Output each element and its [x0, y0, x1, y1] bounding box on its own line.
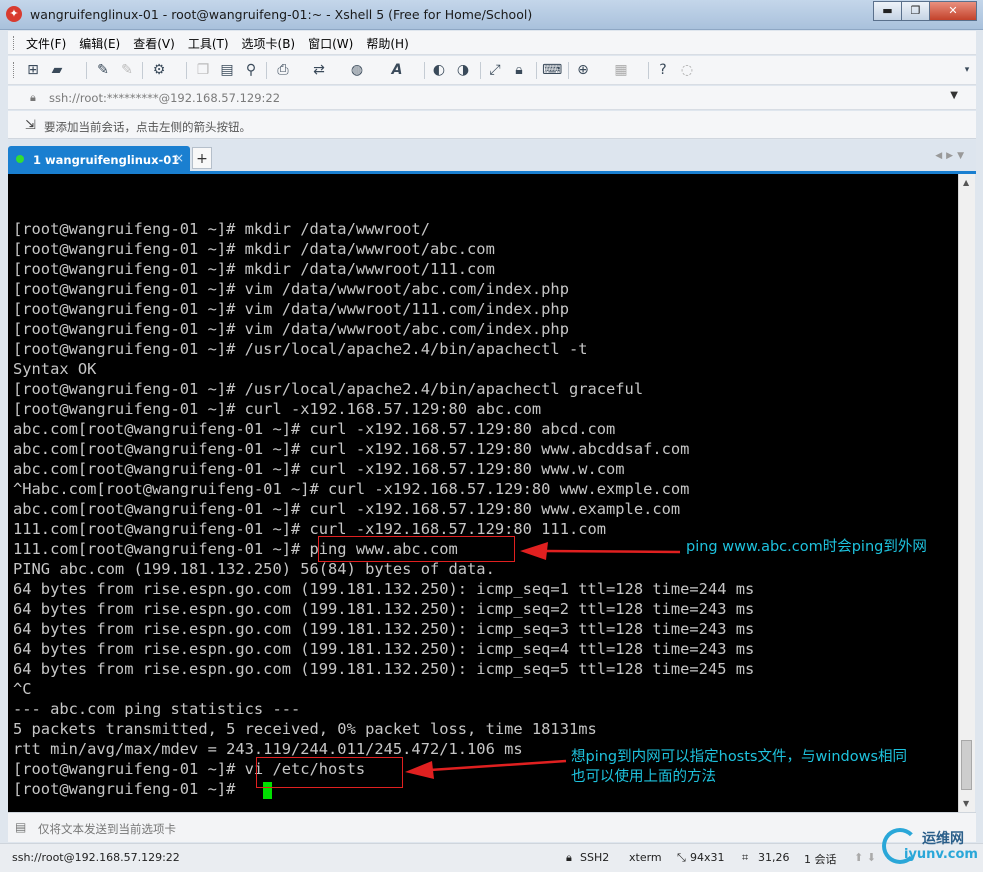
annotation-note-ping: ping www.abc.com时会ping到外网: [686, 539, 927, 555]
annotation-note-hosts-2: 也可以使用上面的方法: [571, 769, 716, 785]
annotation-note-hosts-1: 想ping到内网可以指定hosts文件，与windows相同: [571, 749, 908, 765]
cursor-pos-icon: ⌗: [742, 851, 749, 864]
send-bar-text: 仅将文本发送到当前选项卡: [38, 822, 176, 836]
status-lock-icon: 🔒︎: [566, 851, 572, 864]
nav-arrows-icon[interactable]: ⬆ ⬇: [854, 851, 876, 864]
status-session: ssh://root@192.168.57.129:22: [12, 851, 180, 864]
status-bar: ssh://root@192.168.57.129:22 🔒︎ SSH2 xte…: [0, 843, 983, 872]
status-protocol: SSH2: [580, 851, 610, 864]
size-icon: ⤡: [677, 851, 686, 864]
status-sessions: 1 会话: [804, 853, 837, 866]
watermark-logo: 运维网 iyunv.com: [878, 822, 978, 870]
watermark-cn: 运维网: [922, 831, 964, 847]
watermark-en: iyunv.com: [904, 847, 978, 862]
status-term: xterm: [629, 851, 662, 864]
annotation-arrows: [405, 542, 681, 779]
send-bar[interactable]: ▤ 仅将文本发送到当前选项卡: [8, 812, 976, 842]
status-cursor: 31,26: [758, 851, 790, 864]
status-size: 94x31: [690, 851, 725, 864]
compose-icon[interactable]: ▤: [15, 820, 26, 834]
